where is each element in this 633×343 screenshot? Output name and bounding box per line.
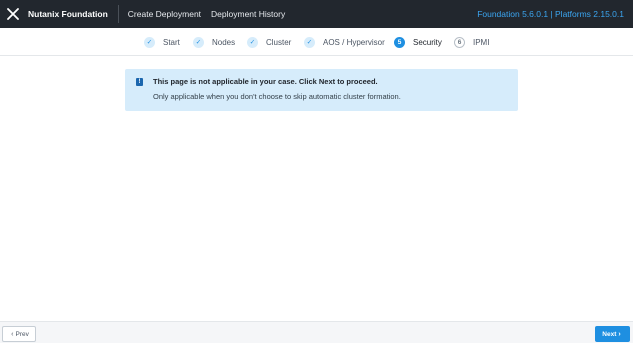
chevron-left-icon: ‹: [11, 330, 14, 338]
version-info: Foundation 5.6.0.1 | Platforms 2.15.0.1: [477, 9, 624, 19]
nav-deployment-history[interactable]: Deployment History: [211, 9, 285, 19]
step-number: 6: [454, 36, 465, 48]
footer-bar: ‹ Prev Next ›: [0, 321, 633, 343]
step-label: Start: [163, 37, 180, 47]
step-label: AOS / Hypervisor: [323, 37, 385, 47]
step-label: Nodes: [212, 37, 236, 47]
check-icon: ✓: [304, 36, 315, 48]
nav-create-deployment[interactable]: Create Deployment: [128, 9, 201, 19]
wizard-stepper: ✓ Start ✓ Nodes ✓ Cluster ✓ AOS / Hyperv…: [0, 28, 633, 56]
info-icon: !: [136, 78, 143, 86]
notice-title: This page is not applicable in your case…: [153, 77, 378, 86]
step-nodes[interactable]: ✓ Nodes: [193, 28, 235, 56]
app-title: Nutanix Foundation: [28, 9, 108, 19]
next-button[interactable]: Next ›: [595, 326, 630, 342]
check-icon: ✓: [144, 36, 155, 48]
step-security[interactable]: 5 Security: [394, 28, 442, 56]
prev-button[interactable]: ‹ Prev: [2, 326, 36, 342]
step-aos-hypervisor[interactable]: ✓ AOS / Hypervisor: [304, 28, 385, 56]
prev-label: Prev: [15, 330, 29, 338]
step-label: Security: [413, 37, 442, 47]
step-number: 5: [394, 36, 405, 48]
check-icon: ✓: [193, 36, 204, 48]
nutanix-logo-icon: [0, 0, 26, 28]
chevron-right-icon: ›: [618, 330, 621, 338]
step-label: Cluster: [266, 37, 292, 47]
info-notice: ! This page is not applicable in your ca…: [125, 69, 518, 111]
step-start[interactable]: ✓ Start: [144, 28, 180, 56]
step-ipmi[interactable]: 6 IPMI: [454, 28, 489, 56]
next-label: Next: [602, 330, 617, 338]
top-bar: Nutanix Foundation Create Deployment Dep…: [0, 0, 633, 28]
notice-text: Only applicable when you don't choose to…: [153, 92, 401, 101]
step-label: IPMI: [473, 37, 490, 47]
header-divider: [117, 5, 119, 23]
check-icon: ✓: [247, 36, 258, 48]
step-cluster[interactable]: ✓ Cluster: [247, 28, 291, 56]
